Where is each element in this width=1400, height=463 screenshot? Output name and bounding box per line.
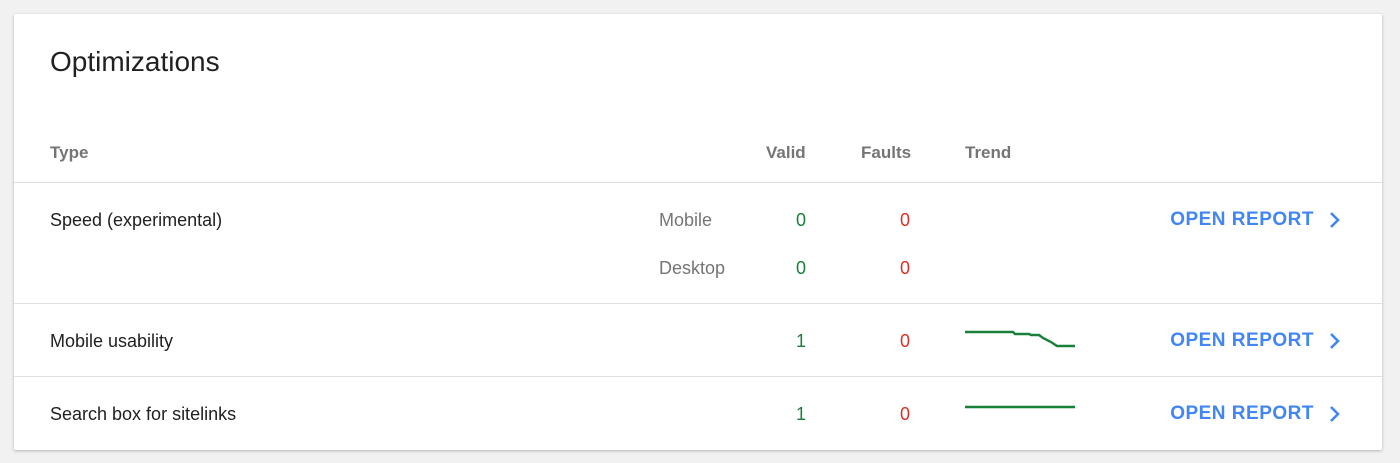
row-type-label: Search box for sitelinks (50, 404, 237, 424)
table-header: Type Valid Faults Trend (14, 130, 1382, 183)
device-label-mobile: Mobile (659, 210, 713, 230)
chevron-right-icon (1330, 333, 1340, 349)
table-row-speed: Speed (experimental) Mobile 0 0 Desktop … (14, 183, 1382, 304)
valid-count: 1 (795, 331, 806, 351)
trend-sparkline (965, 330, 1075, 348)
chevron-right-icon (1330, 212, 1340, 228)
faults-count-desktop: 0 (899, 258, 910, 278)
trend-sparkline (965, 405, 1075, 409)
header-valid: Valid (766, 143, 806, 162)
open-report-label: OPEN REPORT (1170, 330, 1314, 351)
header-type: Type (50, 143, 89, 162)
open-report-button[interactable]: OPEN REPORT (1170, 403, 1342, 425)
faults-count: 0 (899, 404, 910, 424)
open-report-label: OPEN REPORT (1170, 209, 1314, 230)
open-report-button[interactable]: OPEN REPORT (1170, 330, 1342, 352)
header-faults: Faults (861, 143, 912, 162)
row-type-label: Speed (experimental) (50, 210, 223, 230)
valid-count-desktop: 0 (795, 258, 806, 278)
valid-count: 1 (795, 404, 806, 424)
valid-count-mobile: 0 (795, 210, 806, 230)
table-row-search-box: Search box for sitelinks 1 0 OPEN REPORT (14, 377, 1382, 450)
faults-count: 0 (899, 331, 910, 351)
header-trend: Trend (965, 143, 1012, 162)
optimizations-card: Optimizations Type Valid Faults Trend Sp… (14, 14, 1382, 450)
open-report-button[interactable]: OPEN REPORT (1170, 209, 1342, 231)
card-title: Optimizations (50, 46, 220, 77)
chevron-right-icon (1330, 406, 1340, 422)
table-row-mobile-usability: Mobile usability 1 0 OPEN REPORT (14, 304, 1382, 377)
faults-count-mobile: 0 (899, 210, 910, 230)
open-report-label: OPEN REPORT (1170, 403, 1314, 424)
device-label-desktop: Desktop (659, 258, 726, 278)
row-type-label: Mobile usability (50, 331, 174, 351)
